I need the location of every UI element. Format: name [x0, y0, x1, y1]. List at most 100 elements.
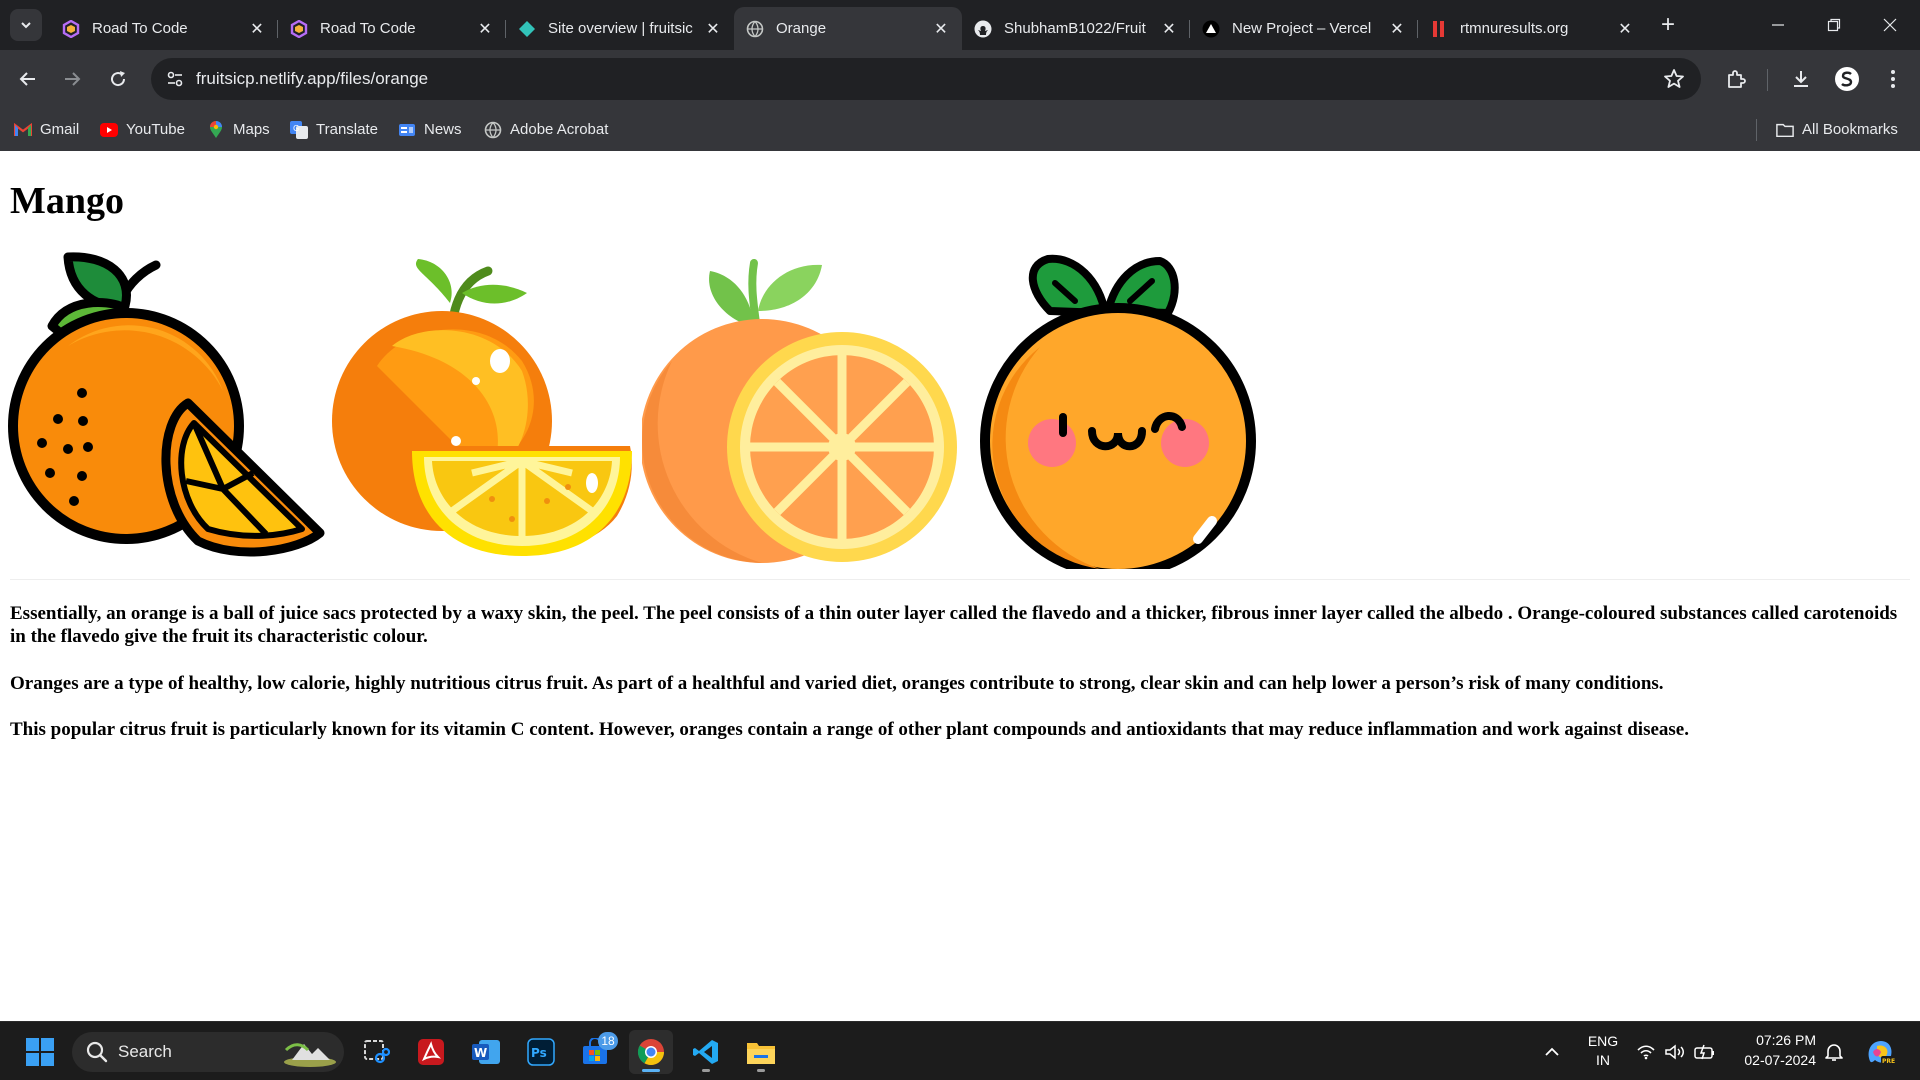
tab-vercel[interactable]: New Project – Vercel ✕: [1190, 7, 1418, 50]
search-icon: [86, 1041, 108, 1068]
windows-taskbar: Search W Ps 18 ENG IN 07:26 PM 02-07-202…: [0, 1021, 1920, 1080]
bookmarks-divider: [1756, 119, 1757, 141]
store-taskbar-button[interactable]: 18: [574, 1030, 618, 1074]
bookmarks-bar: Gmail YouTube Maps G Translate News Adob…: [0, 108, 1920, 151]
notifications-button[interactable]: [1812, 1030, 1856, 1074]
close-icon[interactable]: ✕: [704, 20, 722, 38]
all-bookmarks-label: All Bookmarks: [1802, 121, 1898, 138]
folder-icon: [1776, 121, 1794, 139]
tab-title: Road To Code: [320, 20, 416, 37]
arrow-right-icon: [65, 72, 81, 86]
region-code: IN: [1596, 1052, 1610, 1068]
site-info-icon[interactable]: [165, 69, 185, 94]
hexagon-icon: [62, 19, 80, 38]
tab-title: Road To Code: [92, 20, 188, 37]
translate-icon: G: [290, 120, 308, 139]
gmail-icon: [14, 121, 32, 139]
news-icon: [398, 121, 416, 139]
start-button[interactable]: [18, 1030, 62, 1074]
photoshop-taskbar-button[interactable]: Ps: [519, 1030, 563, 1074]
reload-button[interactable]: [100, 61, 136, 97]
restore-icon: [1827, 18, 1841, 32]
bookmark-gmail[interactable]: Gmail: [14, 108, 79, 151]
browser-toolbar: fruitsicp.netlify.app/files/orange: [0, 50, 1920, 108]
download-icon: [1794, 71, 1808, 87]
word-taskbar-button[interactable]: W: [464, 1030, 508, 1074]
kawaii-orange-image: [980, 254, 1256, 569]
downloads-button[interactable]: [1783, 61, 1819, 97]
close-window-button[interactable]: [1862, 0, 1918, 50]
bookmark-star-icon[interactable]: [1663, 68, 1685, 95]
snipping-tool-taskbar-button[interactable]: [354, 1030, 398, 1074]
svg-text:Ps: Ps: [531, 1046, 547, 1060]
all-bookmarks-button[interactable]: All Bookmarks: [1776, 108, 1898, 151]
vscode-taskbar-button[interactable]: [684, 1030, 728, 1074]
copilot-button[interactable]: PRE: [1858, 1030, 1902, 1074]
bookmark-label: Maps: [233, 121, 270, 138]
tab-road-to-code-1[interactable]: Road To Code ✕: [50, 7, 278, 50]
clock[interactable]: 07:26 PM 02-07-2024: [1726, 1031, 1816, 1073]
address-bar[interactable]: fruitsicp.netlify.app/files/orange: [151, 58, 1701, 100]
tab-github[interactable]: ShubhamB1022/Fruit ✕: [962, 7, 1190, 50]
close-icon: [1883, 18, 1897, 32]
page-title: Mango: [10, 180, 124, 222]
folder-icon: [747, 1043, 775, 1064]
chrome-icon: [637, 1039, 665, 1066]
forward-button[interactable]: [54, 61, 90, 97]
rtmnu-icon: [1430, 20, 1448, 38]
paragraph-1: Essentially, an orange is a ball of juic…: [10, 603, 1898, 647]
close-icon[interactable]: ✕: [476, 20, 494, 38]
menu-button[interactable]: [1875, 61, 1911, 97]
tab-orange[interactable]: Orange ✕: [734, 7, 962, 50]
running-indicator: [757, 1069, 765, 1072]
minimize-icon: [1772, 24, 1784, 26]
hexagon-icon: [290, 19, 308, 38]
profile-avatar-button[interactable]: [1829, 61, 1865, 97]
acrobat-taskbar-button[interactable]: [409, 1030, 453, 1074]
close-icon[interactable]: ✕: [1388, 20, 1406, 38]
bookmark-news[interactable]: News: [398, 108, 462, 151]
bookmark-youtube[interactable]: YouTube: [100, 108, 185, 151]
tab-title: ShubhamB1022/Fruit: [1004, 20, 1146, 37]
file-explorer-taskbar-button[interactable]: [739, 1030, 783, 1074]
arrow-left-icon: [19, 72, 35, 86]
toolbar-divider: [1767, 69, 1768, 91]
bookmark-label: Translate: [316, 121, 378, 138]
photoshop-icon: Ps: [527, 1038, 555, 1066]
language-indicator[interactable]: ENG IN: [1578, 1032, 1628, 1072]
bookmark-maps[interactable]: Maps: [207, 108, 270, 151]
search-highlight-icon: [282, 1036, 338, 1073]
youtube-icon: [100, 121, 118, 139]
bookmark-adobe-acrobat[interactable]: Adobe Acrobat: [484, 108, 608, 151]
bookmark-label: YouTube: [126, 121, 185, 138]
close-icon[interactable]: ✕: [932, 20, 950, 38]
tab-title: New Project – Vercel: [1232, 20, 1372, 37]
title-bar: Road To Code ✕ Road To Code ✕ Site overv…: [0, 0, 1920, 50]
tab-search-button[interactable]: [10, 9, 42, 41]
tab-site-overview[interactable]: Site overview | fruitsic ✕: [506, 7, 734, 50]
tab-title: Orange: [776, 20, 827, 37]
close-icon[interactable]: ✕: [248, 20, 266, 38]
restore-button[interactable]: [1806, 0, 1862, 50]
page-content: Mango Essentially, an orange is a ball o…: [0, 151, 1920, 1021]
close-icon[interactable]: ✕: [1616, 20, 1634, 38]
paragraph-2: Oranges are a type of healthy, low calor…: [10, 673, 1664, 694]
show-hidden-icons-button[interactable]: [1530, 1030, 1574, 1074]
minimize-button[interactable]: [1750, 0, 1806, 50]
globe-icon: [484, 121, 502, 139]
bookmark-translate[interactable]: G Translate: [290, 108, 378, 151]
new-tab-button[interactable]: +: [1650, 7, 1686, 43]
taskbar-search-box[interactable]: Search: [72, 1032, 344, 1072]
bell-icon: [1825, 1044, 1843, 1061]
tab-road-to-code-2[interactable]: Road To Code ✕: [278, 7, 506, 50]
system-tray-status[interactable]: [1636, 1040, 1716, 1064]
volume-icon: [1665, 1044, 1684, 1060]
vscode-icon: [693, 1040, 718, 1064]
tab-rtmnuresults[interactable]: rtmnuresults.org ✕: [1418, 7, 1646, 50]
svg-text:W: W: [474, 1046, 487, 1060]
extensions-button[interactable]: [1718, 61, 1754, 97]
close-icon[interactable]: ✕: [1160, 20, 1178, 38]
word-icon: W: [472, 1040, 500, 1064]
chrome-taskbar-button[interactable]: [629, 1030, 673, 1074]
back-button[interactable]: [10, 61, 46, 97]
